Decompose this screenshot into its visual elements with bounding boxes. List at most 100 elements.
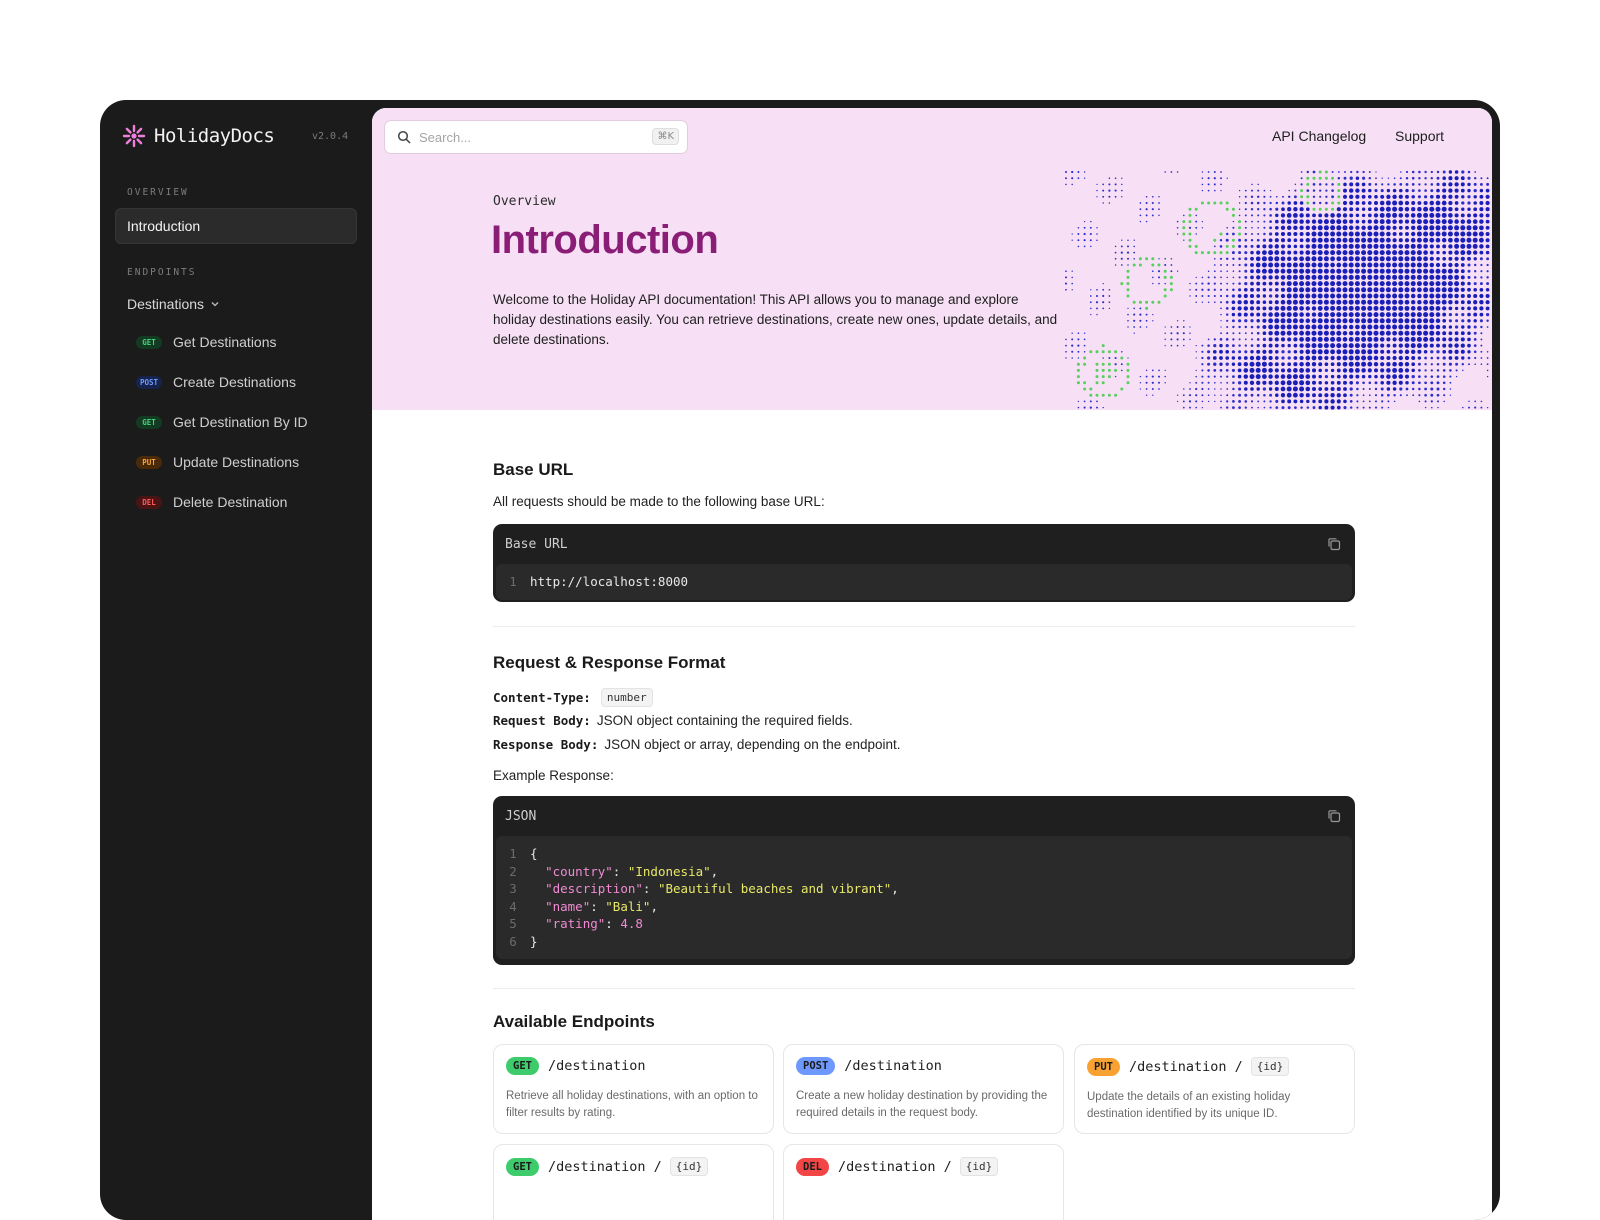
map-dot [1220,388,1222,390]
map-dot [1468,400,1470,403]
response-body-row: Response Body: JSON object or array, dep… [493,737,901,752]
map-dot [1337,189,1341,193]
endpoint-card-put-destination[interactable]: PUT /destination / {id} Update the detai… [1074,1044,1355,1134]
map-dot [1367,213,1372,218]
map-dot [1460,293,1465,299]
map-dot [1454,237,1460,243]
map-dot [1280,293,1286,299]
map-dot [1361,336,1367,342]
map-dot [1188,226,1192,229]
map-dot [1212,349,1217,354]
map-dot [1281,356,1285,360]
map-dot [1305,393,1310,398]
map-dot [1139,220,1142,223]
map-dot [1189,382,1191,384]
map-dot [1164,332,1166,334]
map-dot [1108,189,1111,192]
map-dot [1336,343,1342,349]
map-dot [1114,195,1117,198]
map-dot [1460,237,1466,243]
map-dot [1250,250,1254,255]
method-badge-put: PUT [136,455,162,469]
map-dot [1454,256,1459,261]
map-dot [1392,219,1397,224]
api-changelog-link[interactable]: API Changelog [1272,128,1366,144]
map-dot [1467,312,1471,317]
map-dot [1256,319,1260,323]
map-dot [1201,356,1204,360]
sidebar-item-update-destinations[interactable]: PUT Update Destinations [136,454,299,470]
sidebar-group-destinations[interactable]: Destinations [127,296,220,312]
map-dot [1416,225,1422,231]
search-input[interactable] [419,129,649,145]
map-dot [1423,237,1429,243]
map-dot [1442,349,1447,354]
map-dot [1430,350,1434,354]
map-dot [1418,387,1421,391]
map-dot [1393,177,1396,180]
map-dot [1323,305,1329,311]
chevron-down-icon [211,302,219,307]
map-dot [1362,381,1365,385]
page-title: Introduction [491,218,719,262]
map-dot [1447,281,1453,287]
map-dot [1213,362,1217,366]
app-window: HolidayDocs v2.0.4 OVERVIEW Introduction… [100,100,1500,1220]
map-dot [1232,325,1235,329]
map-dot [1317,237,1323,243]
map-dot [1349,380,1354,385]
map-dot [1306,201,1310,205]
brand[interactable]: HolidayDocs [122,124,275,148]
map-dot [1442,170,1446,174]
copy-icon[interactable] [1327,537,1341,551]
map-dot [1076,362,1080,366]
map-dot [1225,300,1229,304]
map-dot [1195,214,1198,217]
copy-icon[interactable] [1327,809,1341,823]
map-dot [1268,244,1273,249]
map-dot [1461,170,1465,174]
sidebar-item-get-destinations[interactable]: GET Get Destinations [136,334,277,350]
map-dot [1219,288,1223,291]
map-dot [1436,381,1440,385]
map-dot [1410,306,1416,311]
sidebar-item-delete-destination[interactable]: DEL Delete Destination [136,494,287,510]
map-dot [1467,170,1471,174]
map-dot [1411,170,1415,174]
map-dot [1379,287,1385,293]
map-dot [1411,381,1415,385]
map-dot [1398,312,1404,318]
map-dot [1274,281,1279,286]
sidebar-item-get-destination-by-id[interactable]: GET Get Destination By ID [136,414,308,430]
map-dot [1250,325,1254,329]
support-link[interactable]: Support [1395,128,1444,144]
sidebar-item-create-destinations[interactable]: POST Create Destinations [136,374,296,390]
map-dot [1424,369,1427,372]
map-dot [1108,183,1111,186]
endpoint-card-get-destination-by-id[interactable]: GET /destination / {id} [493,1144,774,1220]
map-dot [1416,212,1422,218]
map-dot [1213,338,1216,341]
map-dot [1257,400,1260,403]
map-dot [1201,344,1204,347]
endpoint-card-post-destination[interactable]: POST /destination Create a new holiday d… [783,1044,1064,1134]
endpoint-card-header: DEL /destination / {id} [796,1157,1051,1176]
map-dot [1170,344,1173,347]
map-dot [1411,356,1416,360]
endpoint-card-delete-destination[interactable]: DEL /destination / {id} [783,1144,1064,1220]
map-dot [1460,275,1465,280]
map-dot [1312,213,1316,218]
map-dot [1423,318,1429,324]
map-dot [1225,244,1229,248]
search-bar[interactable]: ⌘K [384,120,688,154]
map-dot [1195,226,1198,229]
sidebar-item-introduction[interactable]: Introduction [115,208,357,244]
map-dot [1423,262,1429,268]
endpoint-card-get-destination[interactable]: GET /destination Retrieve all holiday de… [493,1044,774,1134]
map-dot [1281,201,1285,205]
map-dot [1460,188,1465,193]
map-dot [1195,351,1197,353]
map-dot [1410,225,1416,231]
map-dot [1404,274,1410,280]
map-dot [1262,374,1267,379]
